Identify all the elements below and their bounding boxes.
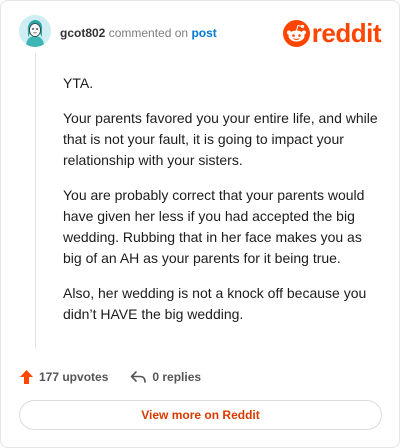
comment-paragraph: Your parents favored you your entire lif… <box>63 110 378 168</box>
reddit-wordmark: reddit <box>311 18 382 48</box>
upvote-button[interactable]: 177 upvotes <box>19 369 108 385</box>
action-text: commented on <box>108 26 189 40</box>
reply-arrow-icon <box>131 371 147 383</box>
reddit-logo-icon <box>282 20 310 47</box>
reply-count: 0 replies <box>152 370 202 384</box>
upvote-arrow-icon <box>20 370 33 384</box>
comment-paragraph: You are probably correct that your paren… <box>63 187 365 266</box>
comment-body: YTA. Your parents favored you your entir… <box>63 73 379 339</box>
comment-embed-card: gcot802 commented on post reddit YTA. Yo… <box>0 0 400 448</box>
comment-header: gcot802 commented on post <box>60 25 217 41</box>
avatar[interactable] <box>19 15 51 47</box>
comment-actions: 177 upvotes 0 replies <box>19 367 201 387</box>
reply-button[interactable]: 0 replies <box>130 370 201 384</box>
comment-paragraph: YTA. <box>63 75 94 91</box>
view-more-button[interactable]: View more on Reddit <box>19 400 382 430</box>
thread-line <box>35 53 36 349</box>
view-more-label: View more on Reddit <box>141 408 260 422</box>
avatar-icon <box>19 15 51 47</box>
username[interactable]: gcot802 <box>60 26 105 40</box>
upvote-count: 177 upvotes <box>39 370 109 384</box>
comment-paragraph: Also, her wedding is not a knock off bec… <box>63 285 367 322</box>
reddit-logo[interactable]: reddit <box>282 18 382 48</box>
post-link[interactable]: post <box>191 26 216 40</box>
